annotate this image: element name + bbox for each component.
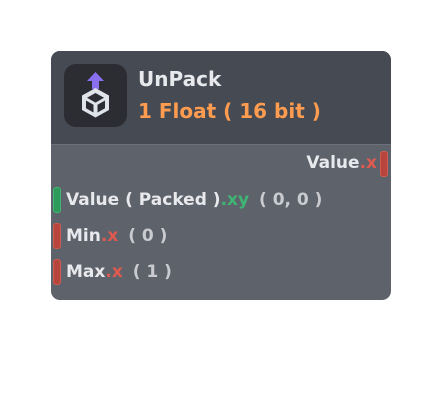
output-value-label: Value	[306, 153, 360, 173]
input-min-default[interactable]: ( 0 )	[128, 226, 167, 246]
input-value-packed-row: Value ( Packed ).xy ( 0, 0 )	[66, 188, 322, 212]
input-min-swizzle: .x	[100, 226, 119, 246]
input-min-row: Min.x ( 0 )	[66, 224, 167, 248]
node-title: UnPack	[138, 67, 222, 91]
input-value-packed-port[interactable]	[53, 187, 61, 213]
input-value-packed-swizzle: .xy	[220, 190, 250, 210]
input-max-label: Max	[66, 262, 106, 282]
input-min-label: Min	[66, 226, 101, 246]
node-header[interactable]: UnPack 1 Float ( 16 bit )	[51, 51, 391, 144]
unpack-node[interactable]: UnPack 1 Float ( 16 bit ) Value.x Value …	[51, 51, 391, 300]
node-body: Value.x Value ( Packed ).xy ( 0, 0 ) Min…	[51, 144, 391, 300]
input-max-row: Max.x ( 1 )	[66, 260, 172, 284]
input-max-default[interactable]: ( 1 )	[133, 262, 172, 282]
input-value-packed-default[interactable]: ( 0, 0 )	[259, 190, 322, 210]
input-value-packed-label: Value ( Packed )	[66, 190, 221, 210]
input-max-port[interactable]	[53, 259, 61, 285]
output-value-swizzle: .x	[359, 153, 377, 173]
input-min-port[interactable]	[53, 223, 61, 249]
output-value-row: Value.x	[306, 151, 377, 175]
node-subtitle: 1 Float ( 16 bit )	[138, 99, 321, 123]
output-value-port[interactable]	[380, 151, 388, 177]
input-max-swizzle: .x	[105, 262, 123, 282]
unpack-box-icon	[64, 64, 127, 127]
